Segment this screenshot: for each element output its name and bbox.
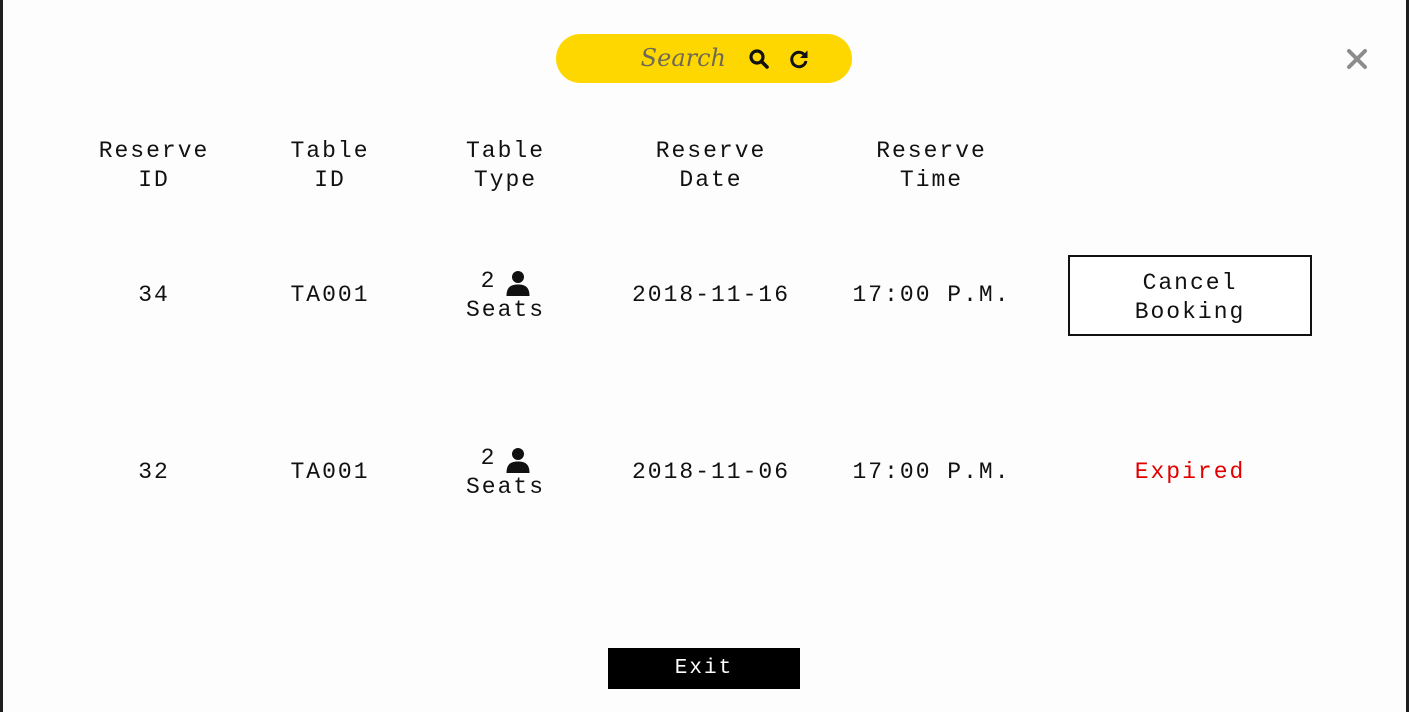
- person-icon: [506, 270, 530, 296]
- refresh-icon[interactable]: [787, 47, 811, 71]
- search-icon[interactable]: [747, 47, 771, 71]
- reservation-dialog: Reserve ID Table ID Table Type Reserve D…: [3, 0, 1406, 712]
- action-cell: Cancel Booking: [1034, 207, 1346, 384]
- seats-label: Seats: [465, 473, 545, 500]
- seat-count: 2: [480, 444, 497, 471]
- reserve-date-cell: 2018-11-16: [631, 282, 791, 308]
- seat-count: 2: [480, 267, 497, 294]
- column-header-reserve-time: Reserve Time: [876, 138, 987, 193]
- table-header-row: Reserve ID Table ID Table Type Reserve D…: [66, 132, 1346, 207]
- seats-label: Seats: [465, 296, 545, 323]
- column-header-action: [1034, 132, 1346, 207]
- search-bar: [556, 34, 852, 83]
- person-icon: [506, 447, 530, 473]
- column-header-reserve-date: Reserve Date: [655, 138, 767, 193]
- reserve-time-cell: 17:00 P.M.: [852, 459, 1011, 485]
- table-id-cell: TA001: [290, 282, 370, 308]
- reservations-table: Reserve ID Table ID Table Type Reserve D…: [66, 132, 1346, 561]
- column-header-table-type: Table Type: [465, 138, 545, 193]
- table-type-cell: 2 Seats: [418, 384, 593, 561]
- table-row: 34 TA001 2 Seats 2018-11-16 17:00 P.M. C…: [66, 207, 1346, 384]
- reserve-date-cell: 2018-11-06: [631, 459, 791, 485]
- column-header-table-id: Table ID: [290, 138, 370, 193]
- cancel-booking-button[interactable]: Cancel Booking: [1068, 255, 1312, 336]
- reserve-id-cell: 34: [138, 282, 170, 308]
- column-header-reserve-id: Reserve ID: [98, 138, 210, 193]
- status-cell: Expired: [1034, 384, 1346, 561]
- close-icon[interactable]: [1343, 45, 1371, 73]
- expired-status-label: Expired: [1134, 459, 1246, 485]
- table-id-cell: TA001: [290, 459, 370, 485]
- table-row: 32 TA001 2 Seats 2018-11-06 17:00 P.M. E…: [66, 384, 1346, 561]
- reserve-time-cell: 17:00 P.M.: [852, 282, 1011, 308]
- search-input[interactable]: [596, 42, 726, 74]
- table-type-cell: 2 Seats: [418, 207, 593, 384]
- exit-button[interactable]: Exit: [608, 648, 800, 689]
- reserve-id-cell: 32: [138, 459, 170, 485]
